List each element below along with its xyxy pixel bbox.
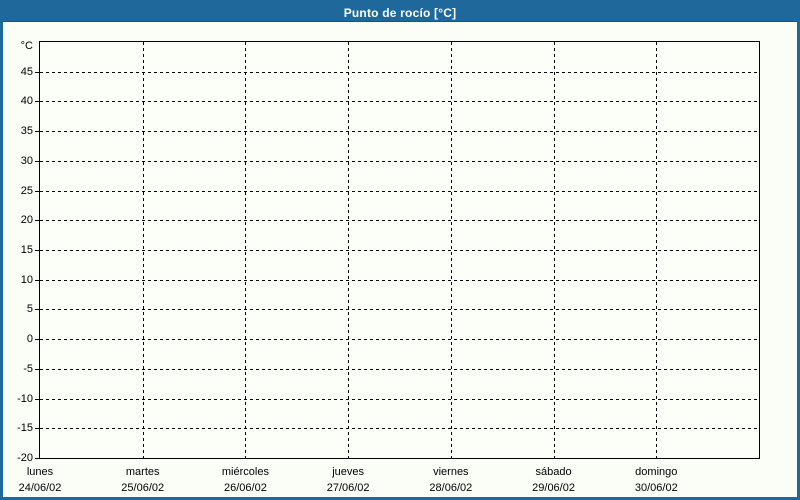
day-date: 26/06/02 xyxy=(224,482,267,494)
app-window: { "window": { "title": "Punto de rocío [… xyxy=(0,0,800,500)
vertical-gridline xyxy=(450,42,452,462)
window-titlebar: Punto de rocío [°C] xyxy=(3,3,797,22)
y-tick-label: -15 xyxy=(17,422,33,435)
day-date: 28/06/02 xyxy=(429,482,473,494)
horizontal-gridline xyxy=(40,131,759,133)
y-tick-label: -10 xyxy=(17,392,33,405)
horizontal-gridline xyxy=(40,309,759,311)
day-label: viernes 28/06/02 xyxy=(429,464,472,496)
y-tick-label: 45 xyxy=(20,65,33,78)
y-axis-unit-label: °C xyxy=(20,40,33,52)
day-name: lunes xyxy=(26,466,54,478)
y-tick-label: 10 xyxy=(20,273,33,286)
day-date: 25/06/02 xyxy=(121,482,165,494)
day-label: domingo 30/06/02 xyxy=(635,464,678,496)
y-tick-label: -20 xyxy=(17,452,33,464)
horizontal-gridline xyxy=(40,428,759,430)
horizontal-gridline xyxy=(40,279,759,281)
y-tick-label: 20 xyxy=(20,214,33,227)
horizontal-gridline xyxy=(40,220,759,222)
horizontal-gridline xyxy=(40,339,759,341)
y-tick-label: 35 xyxy=(20,125,33,138)
day-label: jueves 27/06/02 xyxy=(327,464,370,496)
y-tick-label: 40 xyxy=(20,95,33,108)
horizontal-gridline xyxy=(40,250,759,251)
horizontal-gridline xyxy=(40,398,759,400)
day-name: martes xyxy=(125,466,160,478)
day-label: lunes 24/06/02 xyxy=(19,464,62,496)
day-label: miércoles 26/06/02 xyxy=(222,464,269,496)
y-tick-label: -5 xyxy=(23,362,33,375)
day-date: 24/06/02 xyxy=(18,482,62,494)
vertical-gridline xyxy=(142,42,144,462)
y-tick-label: 0 xyxy=(26,333,33,346)
day-label: martes 25/06/02 xyxy=(121,464,164,496)
horizontal-gridline xyxy=(40,160,759,162)
day-name: miércoles xyxy=(221,466,269,478)
day-date: 27/06/02 xyxy=(326,482,370,494)
vertical-gridline xyxy=(348,42,350,462)
day-date: 29/06/02 xyxy=(532,482,575,494)
day-name: viernes xyxy=(433,466,469,478)
day-name: jueves xyxy=(332,466,365,478)
x-axis-labels: lunes 24/06/02 martes 25/06/02 miércoles 26/0… xyxy=(19,464,759,498)
horizontal-gridline xyxy=(40,368,759,370)
plot-frame: °C lunes 24/06/02 martes 25/06/02 miércoles 2… xyxy=(17,40,760,494)
chart-title: Punto de rocío [°C] xyxy=(343,6,457,20)
y-tick-label: 5 xyxy=(26,303,33,316)
vertical-gridline xyxy=(656,42,658,462)
y-tick-label: 15 xyxy=(20,244,33,256)
chart-area: °C lunes 24/06/02 martes 25/06/02 miércoles 2… xyxy=(3,22,797,497)
y-tick-label: 30 xyxy=(20,154,33,167)
y-tick-label: 25 xyxy=(20,184,33,197)
y-tick-mark xyxy=(35,458,40,459)
day-date: 30/06/02 xyxy=(634,482,678,494)
horizontal-gridline xyxy=(40,101,759,103)
vertical-gridline xyxy=(553,42,555,462)
horizontal-gridline xyxy=(40,71,759,73)
day-name: domingo xyxy=(635,466,678,478)
day-label: sábado 29/06/02 xyxy=(532,464,575,496)
horizontal-gridline xyxy=(40,190,759,192)
vertical-gridline xyxy=(245,42,247,462)
day-name: sábado xyxy=(535,466,572,478)
